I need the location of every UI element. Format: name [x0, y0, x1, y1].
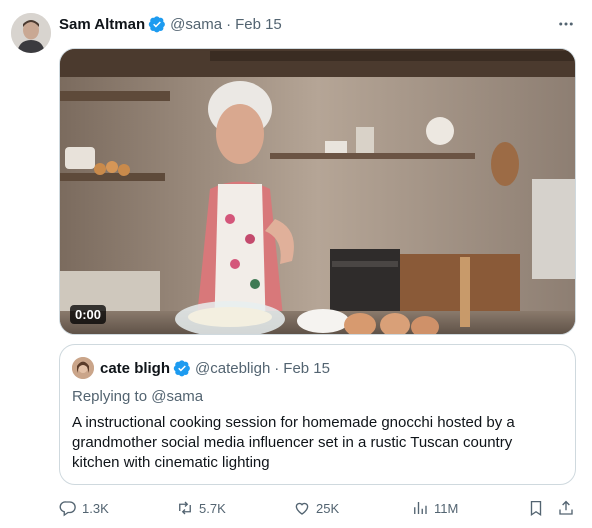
views-count: 11M: [434, 500, 459, 516]
repost-count: 5.7K: [199, 500, 226, 516]
quoted-tweet[interactable]: cate bligh @catebligh · Feb 15 Replying …: [59, 344, 576, 485]
verified-badge-icon: [148, 16, 166, 33]
quoted-author-handle[interactable]: @catebligh: [195, 360, 270, 377]
bookmark-icon: [530, 500, 542, 517]
header-separator: ·: [226, 15, 232, 33]
quoted-avatar[interactable]: [72, 357, 94, 379]
views-icon: [414, 502, 427, 514]
tweet-header: Sam Altman @sama · Feb 15: [59, 14, 576, 34]
author-name[interactable]: Sam Altman: [59, 16, 145, 33]
repost-button[interactable]: 5.7K: [176, 499, 226, 517]
reply-count: 1.3K: [82, 500, 109, 516]
author-avatar[interactable]: [11, 13, 51, 53]
quoted-date[interactable]: Feb 15: [283, 360, 330, 377]
share-button[interactable]: [557, 499, 580, 517]
tweet-date[interactable]: Feb 15: [235, 16, 282, 33]
tweet-video[interactable]: 0:00: [59, 48, 576, 335]
video-frame-image: [60, 49, 575, 334]
share-icon: [559, 500, 573, 515]
reply-icon: [59, 501, 76, 517]
video-timestamp: 0:00: [70, 305, 107, 324]
quoted-header: cate bligh @catebligh · Feb 15: [72, 357, 330, 379]
avatar-image: [11, 13, 51, 53]
author-handle[interactable]: @sama: [170, 16, 222, 33]
reply-button[interactable]: 1.3K: [59, 499, 109, 517]
like-button[interactable]: 25K: [293, 499, 339, 517]
quoted-author-name[interactable]: cate bligh: [100, 360, 170, 377]
quoted-separator: ·: [274, 359, 280, 377]
action-bar: 1.3K 5.7K 25K 11M: [59, 497, 579, 519]
quoted-text: A instructional cooking session for home…: [72, 414, 515, 471]
repost-icon: [179, 501, 191, 515]
bookmark-button[interactable]: [527, 499, 550, 517]
more-icon[interactable]: [556, 14, 576, 34]
views-button[interactable]: 11M: [411, 499, 458, 517]
verified-badge-icon: [173, 360, 190, 377]
like-icon: [295, 502, 309, 515]
like-count: 25K: [316, 500, 340, 516]
replying-to: Replying to @sama: [72, 388, 204, 405]
